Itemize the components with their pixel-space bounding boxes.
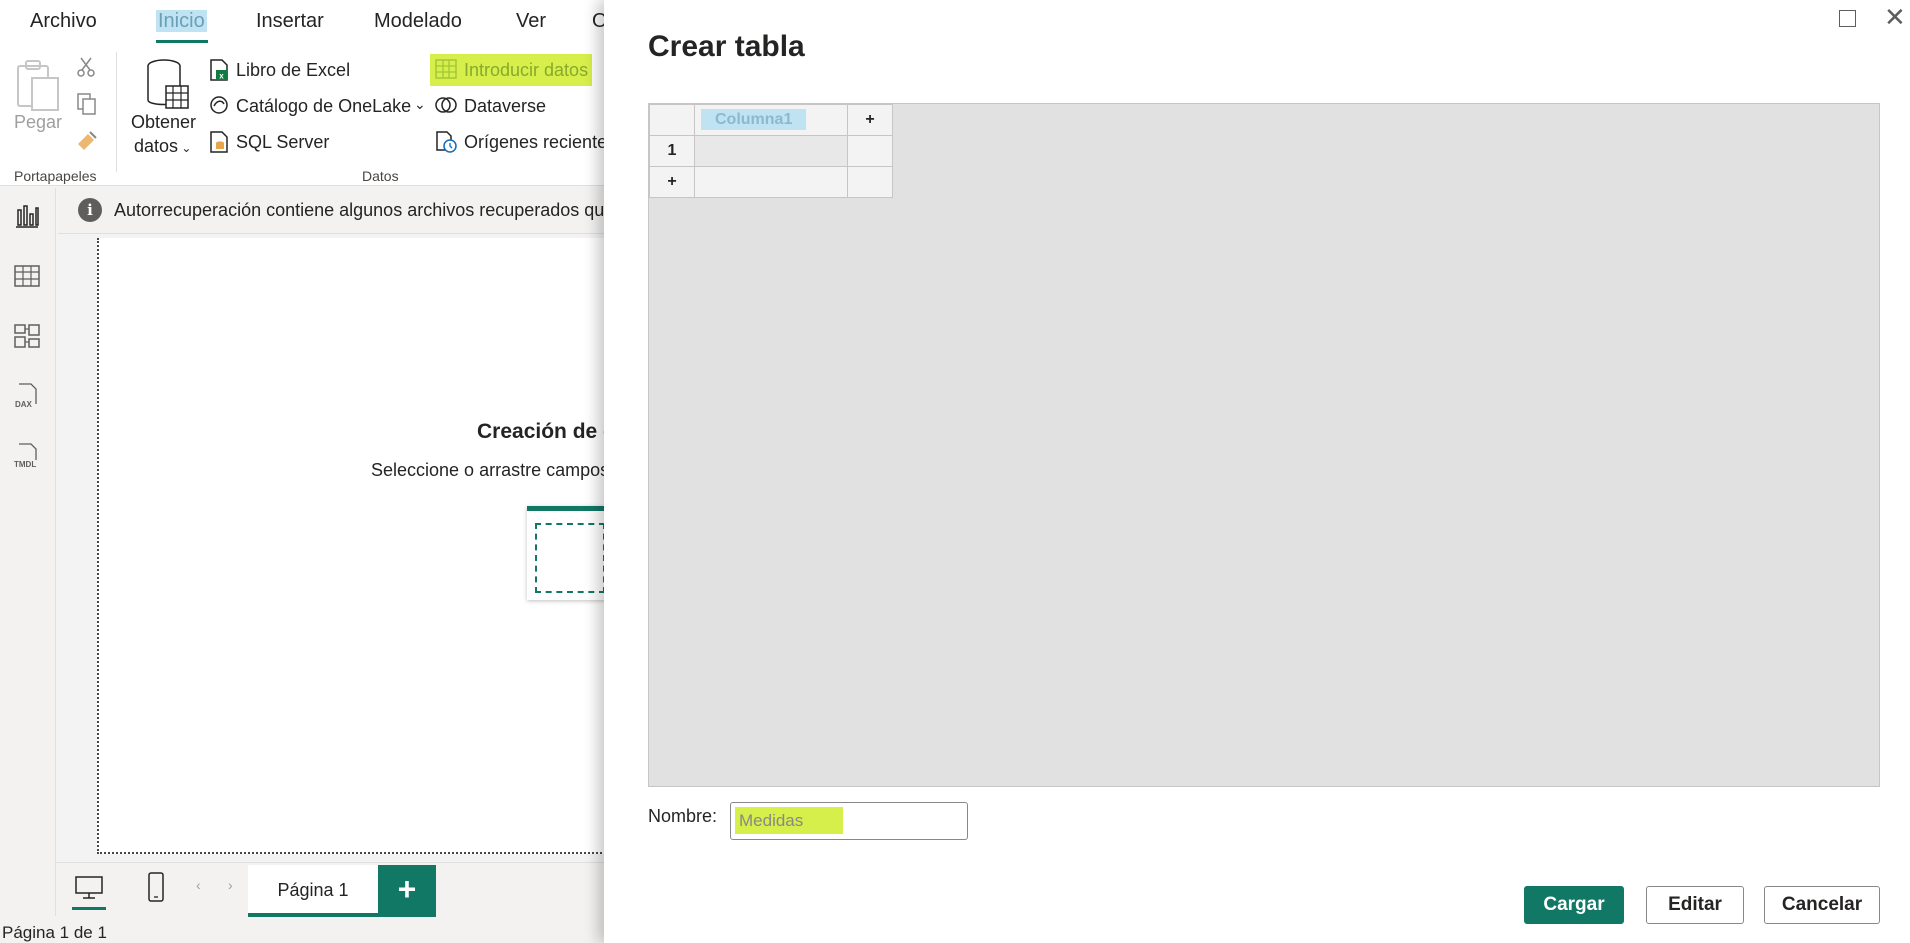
visual-placeholder[interactable] xyxy=(527,506,607,600)
add-column-button[interactable]: + xyxy=(847,104,893,136)
clipboard-group-label: Portapapeles xyxy=(14,168,97,184)
grid-cell-r1-empty xyxy=(847,135,893,167)
infobar-text: Autorrecuperación contiene algunos archi… xyxy=(114,200,615,220)
excel-icon[interactable]: x xyxy=(208,58,230,82)
onelake-chevron-icon[interactable]: ⌄ xyxy=(414,96,426,113)
column-header-columna1[interactable]: Columna1 xyxy=(694,104,848,136)
menu-ver[interactable]: Ver xyxy=(516,10,546,33)
create-table-dialog: Crear tabla ✕ Columna1 + 1 + Nombre: Med… xyxy=(604,0,1910,943)
report-page[interactable]: Creación de o Seleccione o arrastre camp… xyxy=(97,238,617,854)
recent-sources-icon[interactable] xyxy=(434,130,458,154)
menu-bar: Archivo Inicio Insertar Modelado Ver O xyxy=(0,0,608,44)
sql-server-label[interactable]: SQL Server xyxy=(236,132,329,153)
ribbon-separator xyxy=(116,52,117,172)
report-view-icon[interactable] xyxy=(13,202,41,230)
status-bar: Página 1 de 1 xyxy=(0,918,604,943)
sql-server-icon[interactable] xyxy=(208,130,230,154)
tmdl-view-icon[interactable]: TMDL xyxy=(13,442,41,470)
grid-corner xyxy=(649,104,695,136)
paste-label[interactable]: Pegar xyxy=(14,112,62,133)
table-view-icon[interactable] xyxy=(13,262,41,290)
grid-cell-r1c1[interactable] xyxy=(694,135,848,167)
format-painter-icon[interactable] xyxy=(74,128,100,152)
data-entry-grid: Columna1 + 1 + xyxy=(648,103,1880,787)
enter-data-label[interactable]: Introducir datos xyxy=(464,60,588,81)
row-number-1: 1 xyxy=(649,135,695,167)
menu-inicio[interactable]: Inicio xyxy=(156,10,207,33)
page-tabs-bar: ‹ › Página 1 + xyxy=(56,862,604,918)
active-tab-indicator xyxy=(156,40,208,43)
dataverse-label[interactable]: Dataverse xyxy=(464,96,546,117)
excel-label[interactable]: Libro de Excel xyxy=(236,60,350,81)
layout-active-indicator xyxy=(72,907,106,910)
svg-text:x: x xyxy=(219,72,224,81)
maximize-icon[interactable] xyxy=(1839,10,1856,27)
edit-button[interactable]: Editar xyxy=(1646,886,1744,924)
data-group-label: Datos xyxy=(362,168,399,184)
ribbon: Pegar Portapapeles Obtener datos ⌄ x Lib… xyxy=(0,44,616,186)
copy-icon[interactable] xyxy=(76,92,98,116)
add-page-button[interactable]: + xyxy=(378,865,436,917)
page-tab-1[interactable]: Página 1 xyxy=(248,865,378,917)
close-icon[interactable]: ✕ xyxy=(1884,4,1910,32)
dax-query-view-icon[interactable]: DAX xyxy=(13,382,41,410)
dataverse-icon[interactable] xyxy=(434,94,458,116)
canvas-title: Creación de o xyxy=(477,420,616,443)
menu-insertar[interactable]: Insertar xyxy=(256,10,324,33)
table-name-label: Nombre: xyxy=(648,806,718,826)
enter-data-icon[interactable] xyxy=(434,58,458,80)
cancel-button[interactable]: Cancelar xyxy=(1764,886,1880,924)
onelake-icon[interactable] xyxy=(208,94,230,116)
desktop-layout-icon[interactable] xyxy=(74,875,104,901)
next-page-icon[interactable]: › xyxy=(228,877,233,893)
placeholder-dropzone xyxy=(535,523,605,593)
page-count-status: Página 1 de 1 xyxy=(2,923,107,942)
chevron-down-icon: ⌄ xyxy=(178,141,192,155)
menu-modelado[interactable]: Modelado xyxy=(374,10,462,33)
load-button[interactable]: Cargar xyxy=(1524,886,1624,924)
get-data-label-2[interactable]: datos ⌄ xyxy=(134,136,191,157)
cut-icon[interactable] xyxy=(76,56,96,78)
svg-text:DAX: DAX xyxy=(15,400,33,409)
model-view-icon[interactable] xyxy=(13,322,41,350)
view-switcher-rail: DAX TMDL xyxy=(0,188,56,916)
canvas-subtitle: Seleccione o arrastre campos xyxy=(371,460,610,480)
prev-page-icon[interactable]: ‹ xyxy=(196,877,201,893)
database-icon[interactable] xyxy=(144,58,192,112)
get-data-label-1[interactable]: Obtener xyxy=(131,112,196,133)
autorecovery-infobar: i Autorrecuperación contiene algunos arc… xyxy=(58,188,614,234)
paste-icon[interactable] xyxy=(14,58,62,114)
report-canvas: Creación de o Seleccione o arrastre camp… xyxy=(57,234,617,862)
mobile-layout-icon[interactable] xyxy=(146,871,166,903)
onelake-label[interactable]: Catálogo de OneLake xyxy=(236,96,411,117)
menu-archivo[interactable]: Archivo xyxy=(30,10,97,33)
svg-text:TMDL: TMDL xyxy=(14,460,36,469)
add-row-button[interactable]: + xyxy=(649,166,695,198)
dialog-title: Crear tabla xyxy=(648,30,805,63)
info-icon: i xyxy=(78,198,102,222)
recent-sources-label[interactable]: Orígenes recientes xyxy=(464,132,616,153)
grid-cell-new-row xyxy=(694,166,848,198)
table-name-input[interactable]: Medidas xyxy=(730,802,968,840)
grid-cell-new-row-empty xyxy=(847,166,893,198)
